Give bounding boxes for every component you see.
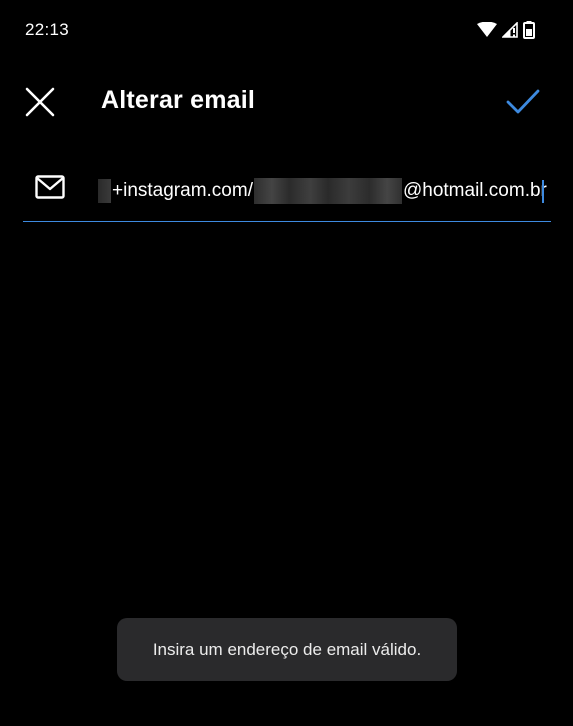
confirm-button[interactable] bbox=[505, 84, 541, 120]
email-value-suffix: @hotmail.com.br bbox=[402, 180, 547, 201]
page-title: Alterar email bbox=[101, 86, 256, 114]
change-email-screen: 22:13 Alterar email +instagram.com/ @hot… bbox=[0, 0, 573, 726]
mail-icon bbox=[35, 175, 65, 199]
check-icon bbox=[506, 89, 540, 114]
email-input[interactable]: +instagram.com/ @hotmail.com.br bbox=[98, 178, 547, 204]
toast: Insira um endereço de email válido. bbox=[117, 618, 457, 681]
email-value-prefix: +instagram.com/ bbox=[112, 180, 253, 201]
battery-icon bbox=[523, 20, 535, 44]
status-bar: 22:13 bbox=[0, 0, 573, 64]
text-caret bbox=[541, 179, 544, 203]
toast-message: Insira um endereço de email válido. bbox=[152, 639, 422, 659]
status-icons bbox=[477, 20, 535, 44]
toolbar: Alterar email bbox=[0, 72, 573, 130]
email-field[interactable]: +instagram.com/ @hotmail.com.br bbox=[23, 164, 551, 222]
signal-icon bbox=[501, 20, 518, 43]
wifi-icon bbox=[477, 21, 497, 43]
close-button[interactable] bbox=[22, 84, 58, 120]
status-time: 22:13 bbox=[25, 20, 70, 39]
close-icon bbox=[25, 87, 55, 117]
redacted-block bbox=[253, 178, 402, 204]
redacted-block bbox=[98, 179, 111, 203]
